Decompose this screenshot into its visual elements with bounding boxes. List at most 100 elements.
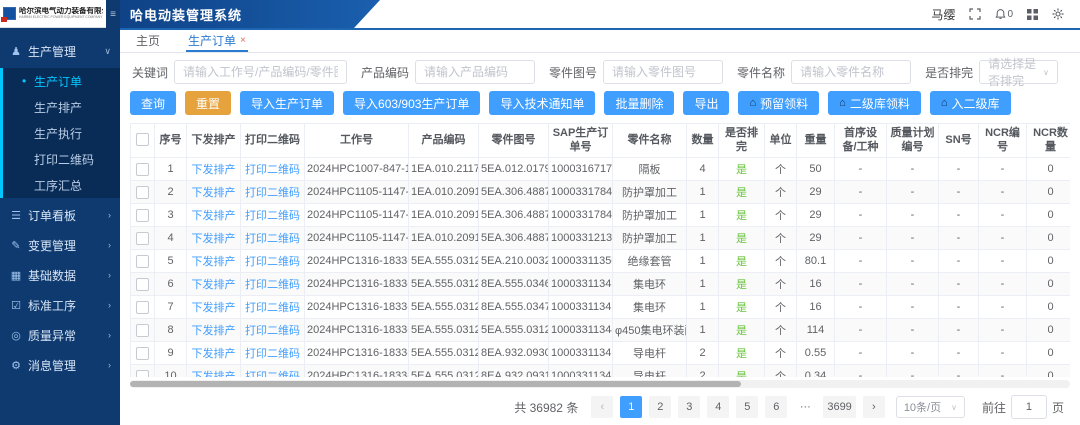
sidebar-item-change-mgmt[interactable]: ✎变更管理› (0, 230, 120, 260)
row-checkbox[interactable] (136, 255, 149, 268)
page-button-1[interactable]: 1 (620, 396, 642, 418)
print-qrcode-link[interactable]: 打印二维码 (245, 302, 300, 314)
sidebar-item-message-mgmt[interactable]: ⚙消息管理› (0, 350, 120, 380)
reserve-material-button[interactable]: ⌂预留领料 (738, 91, 819, 115)
column-header-first-seq-equipment[interactable]: 首序设备/工种 (835, 124, 887, 158)
column-header-unit[interactable]: 单位 (765, 124, 797, 158)
submenu-item-production-scheduling[interactable]: 生产排产 (3, 94, 120, 120)
print-qrcode-link[interactable]: 打印二维码 (245, 233, 300, 245)
sidebar-item-standard-process[interactable]: ☑标准工序› (0, 290, 120, 320)
column-header-product-code[interactable]: 产品编码 (409, 124, 479, 158)
submenu-item-process-summary[interactable]: 工序汇总 (3, 172, 120, 198)
column-header-quantity[interactable]: 数量 (687, 124, 719, 158)
submenu-item-production-order[interactable]: 生产订单 (3, 68, 120, 94)
page-button-6[interactable]: 6 (765, 396, 787, 418)
print-qrcode-link[interactable]: 打印二维码 (245, 279, 300, 291)
row-checkbox[interactable] (136, 370, 149, 378)
select-placeholder: 请选择是否排完 (988, 55, 1043, 89)
sidebar-item-production-mgmt[interactable]: ♟生产管理∨ (0, 36, 120, 66)
issue-scheduling-link[interactable]: 下发排产 (192, 233, 236, 245)
print-qrcode-link[interactable]: 打印二维码 (245, 187, 300, 199)
query-button[interactable]: 查询 (130, 91, 176, 115)
column-header-issue-scheduling[interactable]: 下发排产 (187, 124, 241, 158)
cell-sap-order-no: 10003311346 (549, 342, 613, 365)
notifications-bell-icon[interactable]: 0 (995, 8, 1013, 20)
row-checkbox[interactable] (136, 209, 149, 222)
goto-page-input[interactable] (1011, 395, 1047, 419)
column-header-weight[interactable]: 重量 (797, 124, 835, 158)
row-checkbox[interactable] (136, 186, 149, 199)
row-checkbox[interactable] (136, 232, 149, 245)
batch-delete-button[interactable]: 批量删除 (604, 91, 674, 115)
column-header-work-no[interactable]: 工作号 (305, 124, 409, 158)
page-button-4[interactable]: 4 (707, 396, 729, 418)
column-header-print-qrcode[interactable]: 打印二维码 (241, 124, 305, 158)
issue-scheduling-link[interactable]: 下发排产 (192, 256, 236, 268)
notification-count: 0 (1007, 9, 1013, 20)
print-qrcode-link[interactable]: 打印二维码 (245, 325, 300, 337)
column-header-sap-order-no[interactable]: SAP生产订单号 (549, 124, 613, 158)
page-button-3699[interactable]: 3699 (823, 396, 855, 418)
print-qrcode-link[interactable]: 打印二维码 (245, 256, 300, 268)
close-tab-icon[interactable]: × (240, 35, 246, 46)
column-header-part-drawing-no[interactable]: 零件图号 (479, 124, 549, 158)
submenu-item-print-qrcode[interactable]: 打印二维码 (3, 146, 120, 172)
fullscreen-icon[interactable] (969, 8, 981, 20)
issue-scheduling-link[interactable]: 下发排产 (192, 325, 236, 337)
scrollbar-thumb[interactable] (130, 381, 741, 387)
settings-gear-icon[interactable] (1052, 8, 1064, 20)
issue-scheduling-link[interactable]: 下发排产 (192, 348, 236, 360)
row-checkbox[interactable] (136, 324, 149, 337)
sidebar-item-quality-exception[interactable]: ◎质量异常› (0, 320, 120, 350)
filter-input-part-name[interactable] (791, 60, 911, 84)
filter-select-schedule-status[interactable]: 请选择是否排完∨ (979, 60, 1058, 84)
column-header-ncr-qty[interactable]: NCR数量 (1027, 124, 1071, 158)
row-checkbox[interactable] (136, 278, 149, 291)
filter-input-product-code[interactable] (415, 60, 535, 84)
print-qrcode-link[interactable]: 打印二维码 (245, 210, 300, 222)
import-production-order-button[interactable]: 导入生产订单 (240, 91, 334, 115)
issue-scheduling-link[interactable]: 下发排产 (192, 187, 236, 199)
filter-input-keyword[interactable] (174, 60, 347, 84)
l2-warehouse-in-button[interactable]: ⌂入二级库 (930, 91, 1011, 115)
apps-grid-icon[interactable] (1027, 9, 1038, 20)
sidebar-item-order-board[interactable]: ☰订单看板› (0, 200, 120, 230)
column-header-sn-no[interactable]: SN号 (939, 124, 979, 158)
issue-scheduling-link[interactable]: 下发排产 (192, 302, 236, 314)
print-qrcode-link[interactable]: 打印二维码 (245, 371, 300, 377)
submenu-item-production-execution[interactable]: 生产执行 (3, 120, 120, 146)
username[interactable]: 马缨 (931, 6, 955, 23)
column-header-ncr-no[interactable]: NCR编号 (979, 124, 1027, 158)
column-header-quality-plan-no[interactable]: 质量计划编号 (887, 124, 939, 158)
row-checkbox[interactable] (136, 163, 149, 176)
issue-scheduling-link[interactable]: 下发排产 (192, 371, 236, 377)
next-page-button[interactable]: › (863, 396, 885, 418)
page-size-select[interactable]: 10条/页∨ (896, 396, 965, 418)
page-button-2[interactable]: 2 (649, 396, 671, 418)
page-button-5[interactable]: 5 (736, 396, 758, 418)
filter-input-part-drawing-no[interactable] (603, 60, 723, 84)
print-qrcode-link[interactable]: 打印二维码 (245, 348, 300, 360)
tab-production-order[interactable]: 生产订单× (186, 32, 248, 52)
l2-warehouse-pick-button[interactable]: ⌂二级库领料 (828, 91, 921, 115)
column-header-part-name[interactable]: 零件名称 (613, 124, 687, 158)
import-tech-notice-button[interactable]: 导入技术通知单 (489, 91, 595, 115)
tab-home[interactable]: 主页 (134, 32, 162, 52)
select-all-checkbox[interactable] (136, 133, 149, 146)
sidebar-item-base-data[interactable]: ▦基础数据› (0, 260, 120, 290)
prev-page-button[interactable]: ‹ (591, 396, 613, 418)
sidebar-collapse-icon[interactable]: ≡ (106, 0, 120, 28)
issue-scheduling-link[interactable]: 下发排产 (192, 210, 236, 222)
row-checkbox[interactable] (136, 347, 149, 360)
page-button-3[interactable]: 3 (678, 396, 700, 418)
column-header-scheduled-flag[interactable]: 是否排完 (719, 124, 765, 158)
column-header-index[interactable]: 序号 (155, 124, 187, 158)
reset-button[interactable]: 重置 (185, 91, 231, 115)
horizontal-scrollbar[interactable] (130, 380, 1070, 388)
issue-scheduling-link[interactable]: 下发排产 (192, 279, 236, 291)
issue-scheduling-link[interactable]: 下发排产 (192, 164, 236, 176)
print-qrcode-link[interactable]: 打印二维码 (245, 164, 300, 176)
export-button[interactable]: 导出 (683, 91, 729, 115)
row-checkbox[interactable] (136, 301, 149, 314)
import-603-903-order-button[interactable]: 导入603/903生产订单 (343, 91, 480, 115)
